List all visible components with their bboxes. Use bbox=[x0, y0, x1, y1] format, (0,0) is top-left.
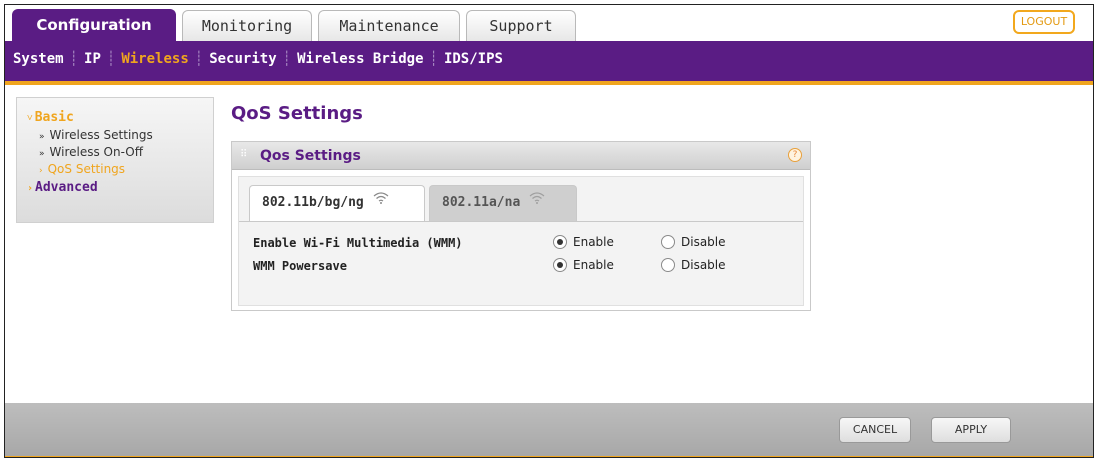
double-chevron-right-icon: » bbox=[39, 149, 45, 159]
radio-unchecked-icon bbox=[661, 258, 675, 272]
tab-content: Enable Wi-Fi Multimedia (WMM) Enable Dis… bbox=[239, 221, 803, 305]
app-frame: Configuration Monitoring Maintenance Sup… bbox=[4, 4, 1094, 458]
radio-checked-icon bbox=[553, 258, 567, 272]
subnav-separator: ┊ bbox=[194, 51, 204, 67]
tab-label: 802.11b/bg/ng bbox=[262, 195, 364, 210]
subnav-separator: ┊ bbox=[282, 51, 292, 67]
tab-monitoring[interactable]: Monitoring bbox=[182, 10, 312, 42]
subnav-separator: ┊ bbox=[106, 51, 116, 67]
sidebar-item-wireless-settings[interactable]: » Wireless Settings bbox=[39, 128, 153, 142]
wmm-enable-radio[interactable]: Enable bbox=[553, 235, 614, 249]
cancel-button[interactable]: CANCEL bbox=[839, 417, 911, 443]
wifi-icon bbox=[373, 192, 388, 204]
content-area: ˅ Basic » Wireless Settings » Wireless On-O… bbox=[5, 85, 1093, 403]
wifi-icon bbox=[529, 192, 545, 204]
subnav-item-ids-ips[interactable]: IDS/IPS bbox=[444, 51, 503, 67]
tab-configuration[interactable]: Configuration bbox=[12, 9, 176, 42]
radio-label: Disable bbox=[681, 235, 726, 249]
wmm-powersave-enable-radio[interactable]: Enable bbox=[553, 258, 614, 272]
radio-label: Enable bbox=[573, 258, 614, 272]
sidebar-item-wireless-on-off[interactable]: » Wireless On-Off bbox=[39, 145, 143, 159]
drag-handle-icon: ⠿ bbox=[240, 149, 248, 160]
chevron-down-icon: ˅ bbox=[27, 113, 33, 124]
tab-maintenance[interactable]: Maintenance bbox=[318, 10, 460, 42]
apply-button[interactable]: APPLY bbox=[931, 417, 1011, 443]
footer-bar: CANCEL APPLY bbox=[5, 403, 1093, 457]
sidebar-advanced-section[interactable]: › Advanced bbox=[27, 180, 98, 195]
sidebar-advanced-label: Advanced bbox=[35, 180, 98, 195]
sidebar-item-qos-settings[interactable]: › QoS Settings bbox=[39, 162, 125, 176]
wmm-label: Enable Wi-Fi Multimedia (WMM) bbox=[253, 236, 463, 250]
panel-title: Qos Settings bbox=[260, 148, 361, 164]
sub-navigation: System ┊ IP ┊ Wireless ┊ Security ┊ Wireless Bri… bbox=[5, 41, 1093, 85]
sidebar-basic-label: Basic bbox=[34, 110, 74, 125]
wmm-powersave-label: WMM Powersave bbox=[253, 259, 347, 273]
qos-settings-panel: ⠿ Qos Settings ? 802.11b/bg/ng 802.11a/n… bbox=[231, 141, 811, 311]
chevron-right-icon: › bbox=[39, 166, 43, 176]
panel-header: ⠿ Qos Settings ? bbox=[232, 142, 810, 170]
subnav-item-security[interactable]: Security bbox=[209, 51, 276, 67]
subnav-item-wireless-bridge[interactable]: Wireless Bridge bbox=[297, 51, 423, 67]
tab-label: 802.11a/na bbox=[442, 195, 521, 210]
radio-label: Disable bbox=[681, 258, 726, 272]
top-tab-bar: Configuration Monitoring Maintenance Sup… bbox=[5, 5, 1093, 42]
sidebar-item-label: QoS Settings bbox=[47, 162, 126, 176]
help-icon[interactable]: ? bbox=[788, 148, 802, 162]
logout-button[interactable]: LOGOUT bbox=[1013, 10, 1075, 34]
sidebar-item-label: Wireless Settings bbox=[49, 128, 153, 142]
radio-label: Enable bbox=[573, 235, 614, 249]
chevron-right-icon: › bbox=[27, 183, 34, 194]
subnav-item-wireless[interactable]: Wireless bbox=[121, 51, 188, 67]
sidebar-item-label: Wireless On-Off bbox=[49, 145, 143, 159]
radio-unchecked-icon bbox=[661, 235, 675, 249]
double-chevron-right-icon: » bbox=[39, 132, 45, 142]
tab-802-11b-bg-ng[interactable]: 802.11b/bg/ng bbox=[249, 185, 425, 222]
radio-checked-icon bbox=[553, 235, 567, 249]
wmm-powersave-disable-radio[interactable]: Disable bbox=[661, 258, 726, 272]
panel-body: 802.11b/bg/ng 802.11a/na Enable Wi-Fi Mu… bbox=[238, 176, 804, 306]
subnav-item-system[interactable]: System bbox=[13, 51, 64, 67]
sidebar-menu: ˅ Basic » Wireless Settings » Wireless On-O… bbox=[16, 97, 214, 223]
sidebar-basic-section[interactable]: ˅ Basic bbox=[27, 110, 74, 125]
page-title: QoS Settings bbox=[231, 103, 363, 124]
subnav-separator: ┊ bbox=[429, 51, 438, 67]
subnav-item-ip[interactable]: IP bbox=[84, 51, 101, 67]
subnav-separator: ┊ bbox=[69, 51, 79, 67]
wmm-disable-radio[interactable]: Disable bbox=[661, 235, 726, 249]
tab-802-11a-na[interactable]: 802.11a/na bbox=[429, 185, 577, 221]
tab-support[interactable]: Support bbox=[466, 10, 576, 42]
